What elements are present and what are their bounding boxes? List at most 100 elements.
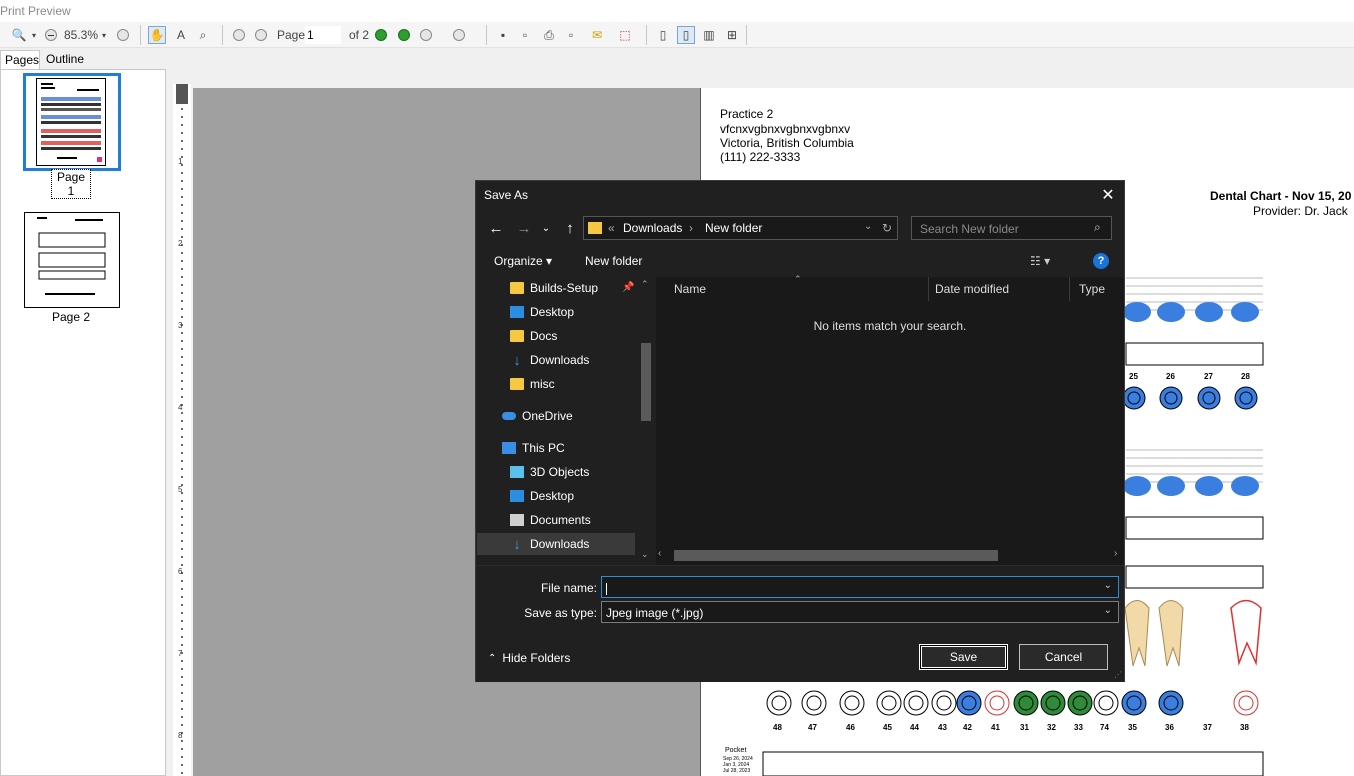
nav-item-onedrive[interactable]: OneDrive [502,405,573,427]
scroll-right-icon[interactable]: › [1114,548,1117,559]
ruler-tick [181,316,183,318]
last-page-button[interactable] [395,26,413,44]
organize-button[interactable]: Organize ▾ [494,254,552,268]
ruler-tick [181,468,183,470]
scroll-down-icon[interactable]: ⌄ [641,549,649,560]
column-date-modified[interactable]: Date modified [935,277,1009,301]
command-bar: Organize ▾ New folder ☷ ▾ ? [476,247,1124,277]
breadcrumb-new-folder[interactable]: New folder [705,221,762,235]
back-icon[interactable] [417,26,435,44]
single-page-view-icon[interactable]: ▯ [654,26,672,44]
column-name[interactable]: Name [674,277,706,301]
two-page-view-icon[interactable]: ▥ [700,26,718,44]
forward-arrow-icon[interactable]: → [514,217,534,239]
scroll-left-icon[interactable]: ‹ [658,548,661,559]
ruler-tick [181,236,183,238]
empty-message: No items match your search. [813,319,967,333]
column-type[interactable]: Type [1079,277,1105,301]
nav-item-builds-setup[interactable]: Builds-Setup [510,277,598,299]
save-type-select[interactable]: Jpeg image (*.jpg) ⌄ [601,601,1119,623]
refresh-icon[interactable]: ↻ [882,221,892,235]
dialog-title: Save As [484,188,529,202]
tooth-number: 28 [1241,372,1250,381]
resize-grip-icon[interactable]: ⋰ [1114,670,1122,679]
nav-scrollbar-thumb[interactable] [641,343,651,421]
nav-item-misc[interactable]: misc [510,373,555,395]
hscrollbar-thumb[interactable] [674,550,998,561]
next-page-button[interactable] [372,26,390,44]
address-bar[interactable]: « Downloads › New folder ⌄ ↻ [583,216,898,240]
tooth-circle [1013,690,1039,716]
folder-icon [588,222,602,234]
nav-item-downloads[interactable]: ↓ Downloads [510,349,589,371]
file-list-hscrollbar[interactable]: ‹ › [656,547,1124,563]
up-arrow-icon[interactable]: ↑ [560,217,580,239]
continuous-view-icon[interactable]: ▯ [677,26,695,44]
zoom-level[interactable]: 85.3% [64,26,104,44]
page-2-thumbnail[interactable] [24,212,120,308]
search-input[interactable]: Search New folder ⌕ [911,216,1112,240]
forward-icon[interactable] [450,26,468,44]
view-options-icon[interactable]: ☷ ▾ [1030,254,1050,268]
hand-tool-icon[interactable]: ✋ [148,26,166,44]
page-number-input[interactable] [305,26,341,44]
tab-pages[interactable]: Pages [0,50,40,69]
help-icon[interactable]: ? [1093,253,1109,269]
zoom-in-icon[interactable]: 🔍 [10,26,28,44]
page-1-label[interactable]: Page 1 [51,169,91,199]
perio-box [1125,342,1264,366]
file-name-input[interactable]: ⌄ [601,576,1119,598]
nav-scrollbar[interactable]: ⌃ ⌄ [638,277,654,565]
zoom-in-button[interactable] [114,26,132,44]
save-button[interactable]: Save [919,644,1008,670]
scroll-up-icon[interactable]: ⌃ [641,279,649,290]
nav-item-desktop[interactable]: Desktop [510,301,574,323]
pdf-export-icon[interactable]: ⬚ [616,26,634,44]
tooth-circle [876,690,902,716]
nav-item-3d-objects[interactable]: 3D Objects [510,461,589,483]
text-select-icon[interactable]: A [172,26,190,44]
close-icon[interactable]: ✕ [1092,181,1124,209]
first-page-button[interactable] [230,26,248,44]
zoom-level-arrow-icon[interactable]: ▾ [100,26,108,44]
pin-icon[interactable]: 📌 [622,282,634,293]
multi-page-view-icon[interactable]: ⊞ [723,26,741,44]
hide-folders-button[interactable]: ⌃ Hide Folders [488,651,570,665]
zoom-out-button[interactable] [42,26,60,44]
ruler-number: 6 [178,567,183,576]
nav-item-documents[interactable]: Documents [510,509,591,531]
address-dropdown-icon[interactable]: ⌄ [864,221,872,232]
file-list[interactable]: ⌃ Name Date modified Type No items match… [656,274,1124,565]
ruler-number: 7 [178,649,183,658]
tooth-number: 46 [846,723,855,732]
nav-item-this-pc[interactable]: This PC [502,437,565,459]
breadcrumb-overflow-icon[interactable]: « [608,221,615,235]
tooth-circle [931,690,957,716]
page-2-label[interactable]: Page 2 [51,310,91,324]
tooth-circle [956,690,982,716]
nav-item-downloads-pc[interactable]: ↓ Downloads [510,533,589,555]
back-arrow-icon[interactable]: ← [486,217,506,239]
email-icon[interactable]: ✉ [588,26,606,44]
page-setup-icon[interactable]: ▫ [562,26,580,44]
find-icon[interactable]: ⌕ [194,26,212,44]
ruler-tick [181,420,183,422]
open-icon[interactable]: ▫ [516,26,534,44]
new-folder-button[interactable]: New folder [585,254,642,268]
nav-item-docs[interactable]: Docs [510,325,557,347]
tab-outline[interactable]: Outline [42,50,84,69]
tooth-number: 33 [1074,723,1083,732]
cancel-button[interactable]: Cancel [1019,644,1108,670]
previous-page-button[interactable] [252,26,270,44]
save-type-dropdown-icon: ⌄ [1103,605,1112,616]
save-icon[interactable]: ▪ [494,26,512,44]
breadcrumb-downloads[interactable]: Downloads [623,221,682,235]
tooth-number: 31 [1020,723,1029,732]
nav-item-desktop-pc[interactable]: Desktop [510,485,574,507]
zoom-dropdown-arrow-icon[interactable]: ▾ [30,26,38,44]
print-icon[interactable]: ⎙ [540,26,558,44]
ruler-tick [181,668,183,670]
ruler-tick [181,140,183,142]
recent-locations-chevron-icon[interactable]: ⌄ [540,217,552,239]
ruler-tick [181,228,183,230]
